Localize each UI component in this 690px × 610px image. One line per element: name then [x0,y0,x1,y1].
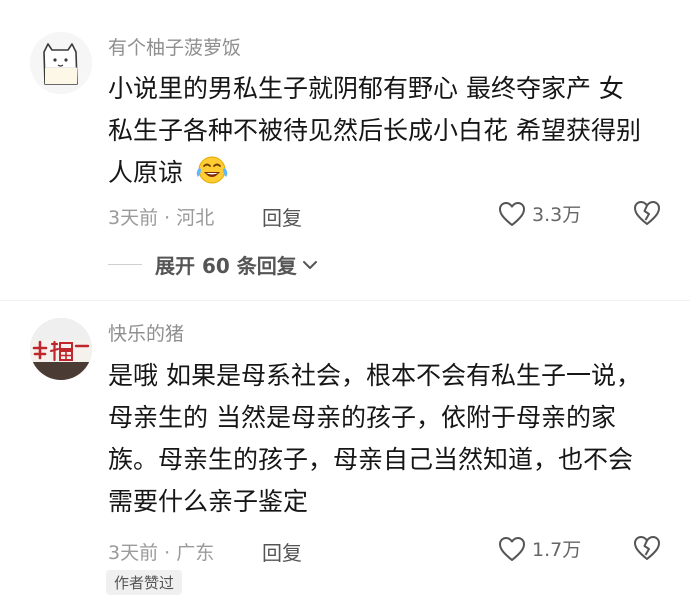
like-button[interactable]: 3.3万 [498,200,581,227]
comment-line: 族。母亲生的孩子，母亲自己当然知道，也不会 [108,445,634,474]
heart-icon [499,201,525,226]
comment-line-text: 人原谅 [108,158,184,187]
expand-replies-button[interactable]: 展开 60 条回复 [108,250,319,279]
comment-line: 母亲生的 当然是母亲的孩子，依附于母亲的家 [108,403,616,432]
dislike-button[interactable] [633,200,661,230]
expand-line [108,264,142,265]
heart-icon [499,536,525,561]
username[interactable]: 有个柚子菠萝饭 [108,33,241,60]
comment-time: 3天前 [108,207,159,229]
avatar[interactable] [30,318,92,380]
reply-button[interactable]: 回复 [262,537,302,566]
comment-location: 广东 [176,542,215,564]
avatar[interactable] [30,32,92,94]
comment-line-text: 私生子各种不被待见然后长成小白花 希望获得别 [108,116,641,145]
comment-line: 人原谅 [108,152,668,198]
divider [0,300,690,301]
laughing-crying-emoji-icon [195,155,229,198]
comment-meta: 3天前 · 河北 [108,203,214,230]
comment-line: 小说里的男私生子就阴郁有野心 最终夺家产 女 [108,74,624,103]
comment-line: 需要什么亲子鉴定 [108,487,309,516]
comment-line: 是哦 如果是母系社会，根本不会有私生子一说， [108,361,641,390]
comment-location: 河北 [176,207,215,229]
like-button[interactable]: 1.7万 [498,535,581,562]
fu-character-banner-icon [30,318,92,380]
comment-text: 是哦 如果是母系社会，根本不会有私生子一说， 母亲生的 当然是母亲的孩子，依附于… [108,355,668,523]
username[interactable]: 快乐的猪 [108,319,184,346]
expand-replies-label: 展开 60 条回复 [155,254,297,278]
like-count: 1.7万 [532,539,582,561]
author-liked-badge: 作者赞过 [106,570,183,595]
comment-time: 3天前 [108,542,159,564]
like-count: 3.3万 [532,204,582,226]
broken-heart-icon [634,536,660,560]
broken-heart-icon [634,201,660,225]
meta-separator: · [158,542,177,564]
meta-separator: · [158,207,177,229]
comment-meta: 3天前 · 广东 [108,538,214,565]
dislike-button[interactable] [633,535,661,565]
comment-text: 小说里的男私生子就阴郁有野心 最终夺家产 女 私生子各种不被待见然后长成小白花 … [108,68,668,198]
cat-cup-icon [30,32,92,94]
reply-button[interactable]: 回复 [262,202,302,231]
chevron-down-icon [302,260,317,269]
comment-line: 私生子各种不被待见然后长成小白花 希望获得别 [108,110,668,152]
